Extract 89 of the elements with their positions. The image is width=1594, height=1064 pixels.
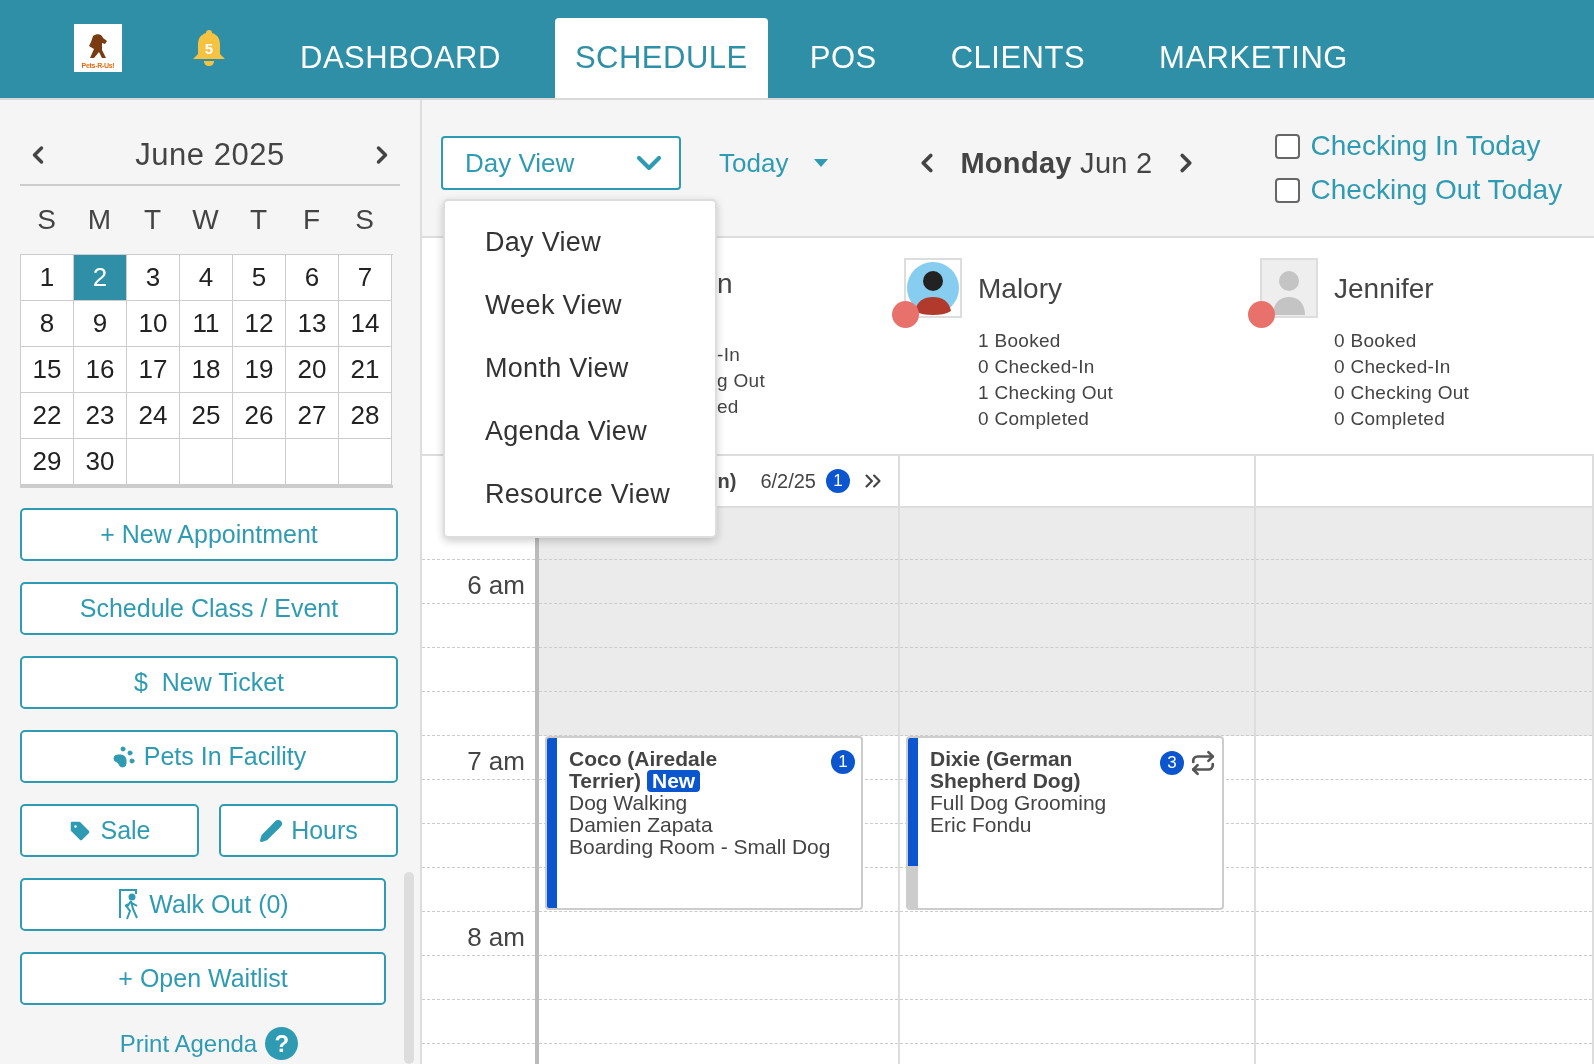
tag-icon <box>68 818 93 843</box>
nav-tab[interactable]: MARKETING <box>1139 18 1368 98</box>
paw-icon <box>111 744 136 769</box>
staff-stat: 1 Booked <box>978 329 1062 353</box>
menu-item[interactable]: Month View <box>445 337 715 400</box>
count-badge: 1 <box>831 750 855 774</box>
calendar-day[interactable]: 30 <box>74 439 127 485</box>
summary-name: n) <box>717 469 737 493</box>
month-title: June 2025 <box>135 137 285 173</box>
calendar-day[interactable]: 25 <box>180 393 233 439</box>
appointment-title: Dixie (German Shepherd Dog) <box>930 748 1082 792</box>
appointment-detail: Full Dog Grooming <box>930 792 1108 814</box>
notification-count: 5 <box>203 40 215 57</box>
calendar-day[interactable]: 27 <box>286 393 339 439</box>
staff-stat: 0 Checked-In <box>1334 355 1452 379</box>
staff-stat: ed <box>717 395 740 419</box>
staff-name: n <box>717 268 734 300</box>
weekday-label: S <box>354 204 375 236</box>
avatar-icon <box>907 261 959 315</box>
weekday-label: S <box>36 204 57 236</box>
staff-stat: 0 Checked-In <box>978 355 1096 379</box>
weekday-label: F <box>301 204 322 236</box>
weekday-label: T <box>248 204 269 236</box>
calendar-day[interactable]: 17 <box>127 347 180 393</box>
staff-name: Jennifer <box>1334 273 1434 305</box>
calendar-day[interactable]: 16 <box>74 347 127 393</box>
nav-tab[interactable]: POS <box>789 18 897 98</box>
calendar-day[interactable]: 2 <box>74 255 127 301</box>
staff-stat: g Out <box>717 369 766 393</box>
weekday-label: T <box>142 204 163 236</box>
calendar-day[interactable]: 14 <box>339 301 392 347</box>
staff-name: Malory <box>978 273 1062 305</box>
calendar-day[interactable]: 3 <box>127 255 180 301</box>
appointment-detail: Damien Zapata <box>569 814 714 836</box>
calendar-day[interactable]: 10 <box>127 301 180 347</box>
time-label: 6 am <box>467 570 525 601</box>
count-badge: 3 <box>1160 751 1184 775</box>
current-date: Monday Jun 2 <box>960 146 1153 180</box>
calendar-day[interactable]: 7 <box>339 255 392 301</box>
calendar-day[interactable]: 8 <box>21 301 74 347</box>
calendar-day[interactable]: 12 <box>233 301 286 347</box>
caret-icon <box>814 159 829 167</box>
nav-tab[interactable]: SCHEDULE <box>554 18 768 98</box>
calendar-day[interactable]: 23 <box>74 393 127 439</box>
repeat-icon <box>1190 750 1216 776</box>
calendar-day[interactable]: 9 <box>74 301 127 347</box>
checkbox[interactable] <box>1274 133 1300 159</box>
count-badge: 1 <box>826 469 850 493</box>
nav-tab[interactable]: CLIENTS <box>930 18 1106 98</box>
staff-stat: 0 Completed <box>978 407 1091 431</box>
calendar-day[interactable]: 15 <box>21 347 74 393</box>
pencil-icon <box>259 818 284 843</box>
summary-date: 6/2/25 <box>760 469 816 493</box>
checkbox[interactable] <box>1274 177 1300 203</box>
calendar-day[interactable]: 21 <box>339 347 392 393</box>
calendar-day[interactable]: 26 <box>233 393 286 439</box>
calendar-day[interactable]: 5 <box>233 255 286 301</box>
appointment-detail: Dog Walking <box>569 792 689 814</box>
nav-tab[interactable]: DASHBOARD <box>280 18 521 98</box>
calendar-day[interactable]: 1 <box>21 255 74 301</box>
appointment-card[interactable]: Coco (Airedale Terrier) New Dog Walking Damien Zapata Boarding Room - Small Dog 1 <box>545 736 863 910</box>
staff-stat: 1 Checking Out <box>978 381 1115 405</box>
staff-stat: 0 Checking Out <box>1334 381 1471 405</box>
calendar-day[interactable]: 6 <box>286 255 339 301</box>
appointment-card[interactable]: Dixie (German Shepherd Dog) Full Dog Grooming Eric Fondu 3 <box>906 736 1224 910</box>
calendar-day[interactable]: 24 <box>127 393 180 439</box>
calendar-day[interactable]: 18 <box>180 347 233 393</box>
time-label: 7 am <box>467 746 525 777</box>
calendar-day[interactable]: 20 <box>286 347 339 393</box>
staff-stat: -In <box>717 343 742 367</box>
bell-icon[interactable] <box>192 28 226 68</box>
weekday-label: W <box>191 204 220 236</box>
appointment-detail: Boarding Room - Small Dog <box>569 836 832 858</box>
calendar-day[interactable]: 13 <box>286 301 339 347</box>
calendar-day[interactable]: 28 <box>339 393 392 439</box>
staff-stat: 0 Booked <box>1334 329 1418 353</box>
menu-item[interactable]: Week View <box>445 274 715 337</box>
appointment-detail: Eric Fondu <box>930 814 1032 836</box>
calendar-day[interactable]: 19 <box>233 347 286 393</box>
time-label: 8 am <box>467 922 525 953</box>
weekday-label: M <box>86 204 113 236</box>
calendar-day[interactable]: 22 <box>21 393 74 439</box>
calendar-day[interactable]: 11 <box>180 301 233 347</box>
appointment-title: Coco (Airedale Terrier) New <box>569 748 719 792</box>
scrollbar[interactable] <box>404 872 414 1064</box>
calendar-day[interactable]: 4 <box>180 255 233 301</box>
calendar-day[interactable]: 29 <box>21 439 74 485</box>
staff-stat: 0 Completed <box>1334 407 1447 431</box>
menu-item[interactable]: Day View <box>445 211 715 274</box>
